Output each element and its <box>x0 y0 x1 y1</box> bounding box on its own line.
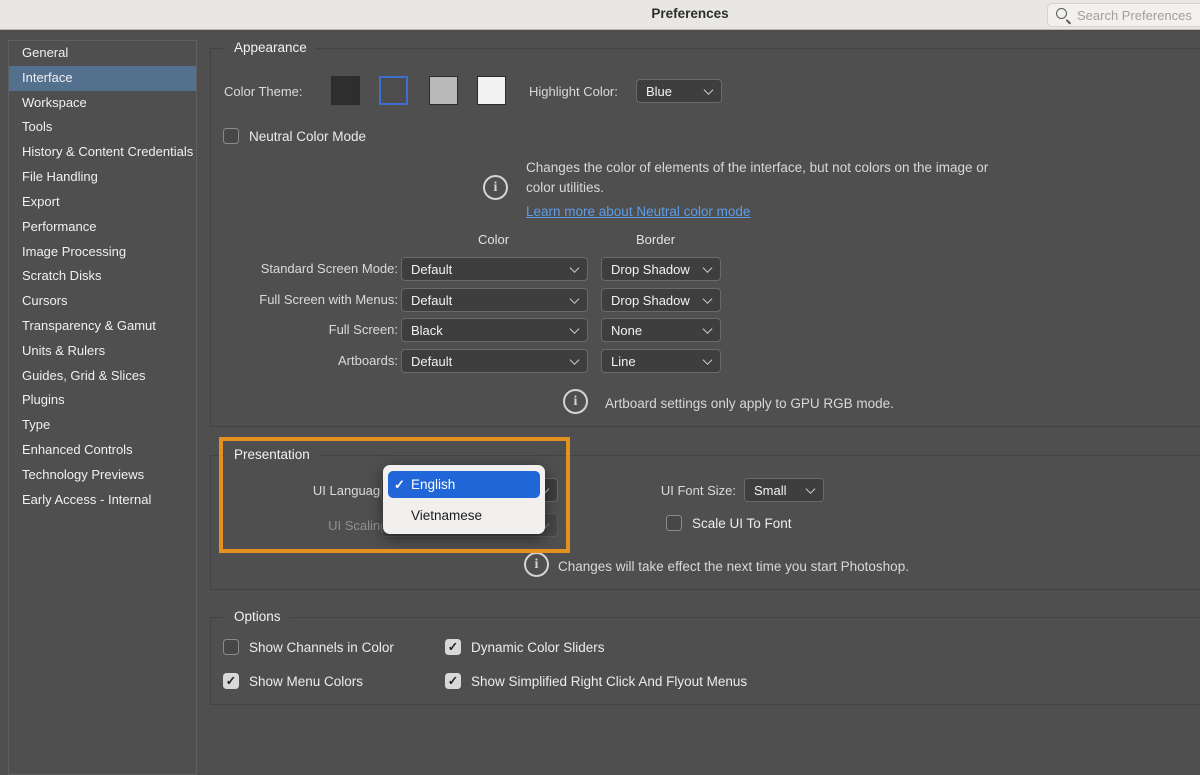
ui-language-label: UI Language: <box>221 483 391 498</box>
sidebar-item-transparency-gamut[interactable]: Transparency & Gamut <box>9 314 196 339</box>
standard-screen-mode-color-select[interactable]: Default <box>401 257 588 281</box>
full-screen-label: Full Screen: <box>211 322 398 337</box>
full-screen-color-value: Black <box>411 323 443 338</box>
presentation-group: Presentation UI Language: UI Scaling: En… <box>210 455 1200 590</box>
show-channels-in-color-label: Show Channels in Color <box>249 640 394 655</box>
standard-screen-mode-border-value: Drop Shadow <box>611 262 690 277</box>
sidebar: General Interface Workspace Tools Histor… <box>8 40 197 775</box>
menu-item-label: Vietnamese <box>411 508 482 523</box>
info-icon <box>563 389 588 414</box>
appearance-legend: Appearance <box>225 40 316 55</box>
sidebar-item-file-handling[interactable]: File Handling <box>9 165 196 190</box>
menu-item-label: English <box>411 477 455 492</box>
sidebar-item-tools[interactable]: Tools <box>9 115 196 140</box>
scale-ui-to-font-label: Scale UI To Font <box>692 516 792 531</box>
dynamic-color-sliders-checkbox[interactable] <box>445 639 461 655</box>
search-icon <box>1055 7 1071 23</box>
search-input[interactable] <box>1077 8 1200 23</box>
menu-item-vietnamese[interactable]: Vietnamese <box>388 502 540 528</box>
sidebar-item-enhanced-controls[interactable]: Enhanced Controls <box>9 438 196 463</box>
show-menu-colors-label: Show Menu Colors <box>249 674 363 689</box>
presentation-legend: Presentation <box>225 447 319 462</box>
full-screen-menus-color-value: Default <box>411 293 452 308</box>
sidebar-item-history-content-credentials[interactable]: History & Content Credentials <box>9 140 196 165</box>
theme-swatch-light[interactable] <box>429 76 458 105</box>
ui-language-menu: English Vietnamese <box>383 465 545 534</box>
highlight-color-value: Blue <box>646 84 672 99</box>
info-icon <box>483 175 508 200</box>
ui-font-size-value: Small <box>754 483 787 498</box>
sidebar-list: General Interface Workspace Tools Histor… <box>9 41 196 512</box>
sidebar-item-scratch-disks[interactable]: Scratch Disks <box>9 264 196 289</box>
sidebar-item-interface[interactable]: Interface <box>9 66 196 91</box>
sidebar-item-cursors[interactable]: Cursors <box>9 289 196 314</box>
options-group: Options Show Channels in Color Dynamic C… <box>210 617 1200 705</box>
sidebar-item-general[interactable]: General <box>9 41 196 66</box>
sidebar-item-early-access-internal[interactable]: Early Access - Internal <box>9 488 196 513</box>
artboards-color-value: Default <box>411 354 452 369</box>
neutral-color-mode-label: Neutral Color Mode <box>249 129 366 144</box>
full-screen-color-select[interactable]: Black <box>401 318 588 342</box>
ui-scaling-label: UI Scaling: <box>221 518 391 533</box>
border-column-header: Border <box>636 232 675 247</box>
scale-ui-to-font-checkbox[interactable] <box>666 515 682 531</box>
sidebar-item-technology-previews[interactable]: Technology Previews <box>9 463 196 488</box>
preferences-window: Preferences General Interface Workspace … <box>0 0 1200 775</box>
highlight-color-select[interactable]: Blue <box>636 79 722 103</box>
ui-font-size-select[interactable]: Small <box>744 478 824 502</box>
menu-item-english[interactable]: English <box>388 471 540 498</box>
standard-screen-mode-label: Standard Screen Mode: <box>211 261 398 276</box>
sidebar-item-export[interactable]: Export <box>9 190 196 215</box>
full-screen-menus-border-value: Drop Shadow <box>611 293 690 308</box>
show-simplified-right-click-checkbox[interactable] <box>445 673 461 689</box>
theme-swatch-dark-selected[interactable] <box>379 76 408 105</box>
full-screen-menus-label: Full Screen with Menus: <box>211 292 398 307</box>
info-icon <box>524 552 549 577</box>
artboard-info-text: Artboard settings only apply to GPU RGB … <box>605 394 894 414</box>
color-theme-label: Color Theme: <box>224 84 303 99</box>
titlebar: Preferences <box>0 0 1200 30</box>
standard-screen-mode-color-value: Default <box>411 262 452 277</box>
appearance-info-text: Changes the color of elements of the int… <box>526 158 1014 197</box>
artboards-label: Artboards: <box>211 353 398 368</box>
show-simplified-right-click-label: Show Simplified Right Click And Flyout M… <box>471 674 747 689</box>
artboards-border-select[interactable]: Line <box>601 349 721 373</box>
sidebar-item-plugins[interactable]: Plugins <box>9 388 196 413</box>
neutral-color-mode-checkbox[interactable] <box>223 128 239 144</box>
sidebar-item-units-rulers[interactable]: Units & Rulers <box>9 339 196 364</box>
presentation-info-text: Changes will take effect the next time y… <box>558 557 909 577</box>
appearance-group: Appearance Color Theme: Highlight Color:… <box>210 48 1200 427</box>
show-channels-in-color-checkbox[interactable] <box>223 639 239 655</box>
standard-screen-mode-border-select[interactable]: Drop Shadow <box>601 257 721 281</box>
full-screen-menus-color-select[interactable]: Default <box>401 288 588 312</box>
window-title: Preferences <box>651 6 728 21</box>
sidebar-item-type[interactable]: Type <box>9 413 196 438</box>
full-screen-border-value: None <box>611 323 642 338</box>
artboards-border-value: Line <box>611 354 636 369</box>
sidebar-item-workspace[interactable]: Workspace <box>9 91 196 116</box>
theme-swatch-darkest[interactable] <box>331 76 360 105</box>
ui-font-size-label: UI Font Size: <box>591 483 736 498</box>
full-screen-menus-border-select[interactable]: Drop Shadow <box>601 288 721 312</box>
full-screen-border-select[interactable]: None <box>601 318 721 342</box>
sidebar-item-guides-grid-slices[interactable]: Guides, Grid & Slices <box>9 364 196 389</box>
theme-swatch-lightest[interactable] <box>477 76 506 105</box>
dynamic-color-sliders-label: Dynamic Color Sliders <box>471 640 605 655</box>
search-field[interactable] <box>1047 3 1200 27</box>
checkmark-icon <box>394 476 406 494</box>
artboards-color-select[interactable]: Default <box>401 349 588 373</box>
sidebar-item-image-processing[interactable]: Image Processing <box>9 240 196 265</box>
color-column-header: Color <box>478 232 509 247</box>
show-menu-colors-checkbox[interactable] <box>223 673 239 689</box>
highlight-color-label: Highlight Color: <box>529 84 618 99</box>
neutral-color-mode-link[interactable]: Learn more about Neutral color mode <box>526 204 750 219</box>
sidebar-item-performance[interactable]: Performance <box>9 215 196 240</box>
options-legend: Options <box>225 609 290 624</box>
